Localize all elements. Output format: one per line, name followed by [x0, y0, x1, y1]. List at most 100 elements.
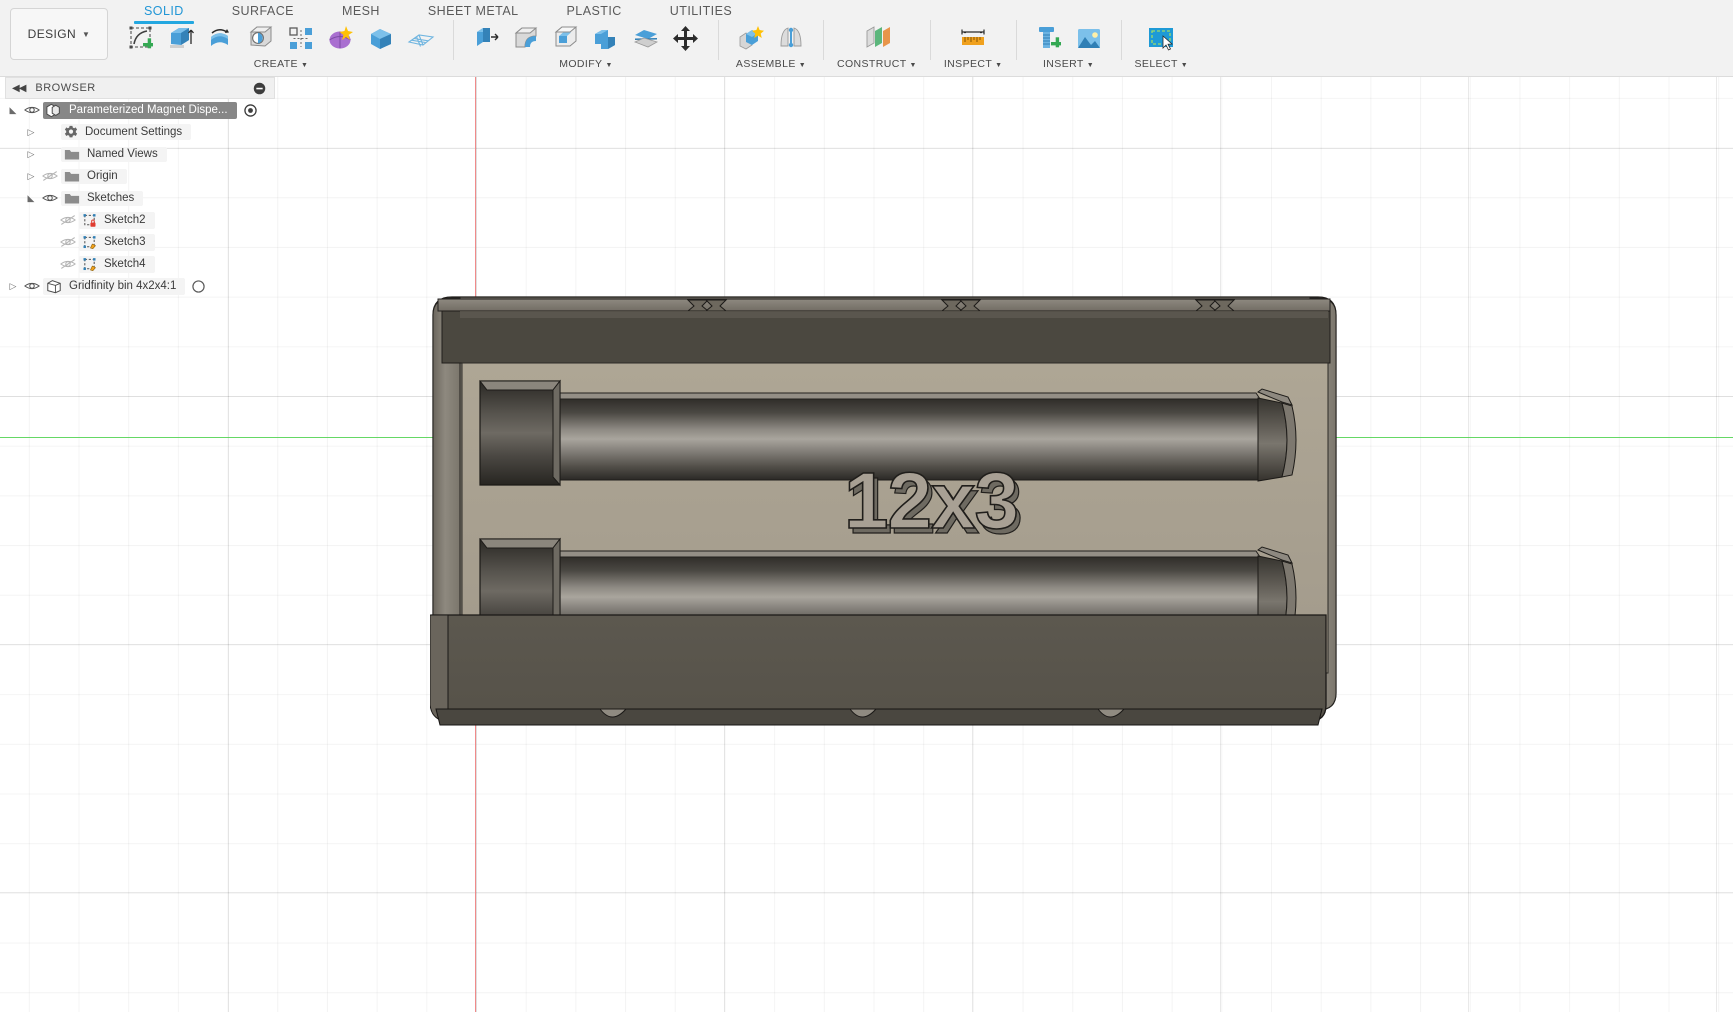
- browser-node-document-settings[interactable]: Document Settings: [5, 121, 275, 143]
- browser-header: ◀◀ BROWSER: [5, 77, 275, 99]
- panel-collapse-icon[interactable]: ◀◀: [12, 83, 26, 94]
- workspace-switcher-label: DESIGN: [27, 27, 77, 41]
- chevron-down-icon: ▼: [300, 62, 309, 69]
- toolbar-divider: [823, 20, 824, 60]
- ribbon-group-label[interactable]: INSERT ▼: [1043, 58, 1094, 70]
- split-face-icon[interactable]: [627, 20, 665, 58]
- body-icon: [46, 279, 62, 294]
- tab-label: SURFACE: [231, 4, 294, 18]
- fillet-icon[interactable]: [507, 20, 545, 58]
- chevron-down-icon: ▼: [605, 62, 613, 69]
- browser-node-label: Sketch4: [104, 258, 146, 270]
- browser-node-label-wrap: Sketch2: [79, 211, 155, 229]
- ribbon-group-modify: MODIFY ▼: [463, 18, 709, 70]
- browser-node-parameterized-magnet-dispe[interactable]: Parameterized Magnet Dispe...: [5, 99, 275, 121]
- browser-node-gridfinity-bin-4x2x4-1[interactable]: Gridfinity bin 4x2x4:1: [5, 275, 275, 297]
- chevron-collapsed-icon[interactable]: [23, 149, 39, 160]
- eye-hidden-icon[interactable]: [57, 258, 79, 270]
- browser-node-label: Sketches: [87, 192, 135, 204]
- chevron-collapsed-icon[interactable]: [23, 127, 39, 138]
- radio-target-icon[interactable]: [243, 103, 257, 117]
- ribbon-group-label[interactable]: INSPECT ▼: [944, 58, 1003, 70]
- browser-node-named-views[interactable]: Named Views: [5, 143, 275, 165]
- extrude-icon[interactable]: [162, 20, 200, 58]
- browser-node-label: Parameterized Magnet Dispe...: [69, 104, 228, 116]
- toolbar-divider: [453, 20, 454, 60]
- eye-hidden-icon[interactable]: [39, 170, 61, 182]
- browser-node-label-wrap: Sketch3: [79, 233, 155, 251]
- eye-visible-icon[interactable]: [21, 104, 43, 116]
- fusion-application-window: 12x3 12x3 DESIGN ▼ SOLID SURFACE MESH SH…: [0, 0, 1733, 1012]
- folder-icon: [64, 170, 80, 183]
- eye-hidden-icon[interactable]: [57, 214, 79, 226]
- new-component-icon[interactable]: [732, 20, 770, 58]
- browser-node-sketch2[interactable]: Sketch2: [5, 209, 275, 231]
- browser-node-label-wrap: Parameterized Magnet Dispe...: [43, 101, 237, 119]
- ribbon-group-inspect: INSPECT ▼: [940, 18, 1007, 70]
- workspace-switcher-button[interactable]: DESIGN ▼: [10, 8, 108, 60]
- insert-mcmaster-icon[interactable]: [1030, 20, 1068, 58]
- combine-icon[interactable]: [587, 20, 625, 58]
- toolbar-divider: [929, 20, 931, 60]
- chevron-down-icon: ▼: [798, 62, 807, 69]
- chevron-down-icon: ▼: [995, 62, 1003, 69]
- browser-tree: Parameterized Magnet Dispe... Document Se…: [5, 99, 275, 297]
- mesh-plane-icon[interactable]: [402, 20, 440, 58]
- component-icon: [46, 102, 62, 118]
- sketch-locked-icon: [82, 213, 97, 228]
- ribbon-group-insert: INSERT ▼: [1026, 18, 1112, 70]
- form-icon[interactable]: [322, 20, 360, 58]
- revolve-icon[interactable]: [202, 20, 240, 58]
- collapse-all-icon[interactable]: [253, 82, 266, 95]
- folder-icon: [64, 148, 80, 161]
- joint-icon[interactable]: [772, 20, 810, 58]
- ribbon-group-label[interactable]: CREATE ▼: [254, 58, 309, 70]
- select-window-icon[interactable]: [1142, 20, 1180, 58]
- ribbon-group-create: CREATE ▼: [118, 18, 444, 70]
- move-copy-icon[interactable]: [667, 20, 705, 58]
- pattern-icon[interactable]: [282, 20, 320, 58]
- browser-node-origin[interactable]: Origin: [5, 165, 275, 187]
- measure-icon[interactable]: [954, 20, 992, 58]
- insert-decal-icon[interactable]: [1070, 20, 1108, 58]
- browser-node-sketch4[interactable]: Sketch4: [5, 253, 275, 275]
- embossed-label-group: 12x3 12x3: [843, 455, 1023, 550]
- browser-title: BROWSER: [35, 82, 96, 94]
- browser-node-label: Origin: [87, 170, 118, 182]
- browser-node-label-wrap: Sketches: [61, 190, 144, 206]
- eye-hidden-icon[interactable]: [57, 236, 79, 248]
- gridfinity-bin-model[interactable]: 12x3 12x3: [430, 285, 1340, 735]
- ribbon-group-label[interactable]: ASSEMBLE ▼: [736, 58, 806, 70]
- tab-label: SHEET METAL: [427, 4, 519, 18]
- shell-icon[interactable]: [547, 20, 585, 58]
- model-embossed-label: 12x3: [844, 456, 1018, 545]
- browser-node-label: Sketch3: [104, 236, 146, 248]
- chevron-expanded-icon[interactable]: [5, 105, 21, 116]
- eye-visible-icon[interactable]: [21, 280, 43, 292]
- browser-node-label-wrap: Document Settings: [61, 124, 192, 140]
- press-pull-icon[interactable]: [467, 20, 505, 58]
- ribbon-group-label[interactable]: SELECT ▼: [1135, 58, 1189, 70]
- ribbon-group-assemble: ASSEMBLE ▼: [728, 18, 814, 70]
- browser-panel: ◀◀ BROWSER Parameterized Magnet Dispe...…: [5, 77, 275, 297]
- ribbon-group-label[interactable]: MODIFY ▼: [559, 58, 613, 70]
- chevron-collapsed-icon[interactable]: [5, 281, 21, 292]
- chevron-expanded-icon[interactable]: [23, 193, 39, 204]
- chevron-down-icon: ▼: [909, 62, 917, 69]
- create-sketch-icon[interactable]: [122, 20, 160, 58]
- hole-icon[interactable]: [242, 20, 280, 58]
- browser-node-sketch3[interactable]: Sketch3: [5, 231, 275, 253]
- eye-visible-icon[interactable]: [39, 192, 61, 204]
- chevron-collapsed-icon[interactable]: [23, 171, 39, 182]
- browser-node-sketches[interactable]: Sketches: [5, 187, 275, 209]
- circle-icon[interactable]: [192, 279, 206, 293]
- tab-label: UTILITIES: [669, 4, 733, 18]
- offset-plane-icon[interactable]: [858, 20, 896, 58]
- toolbar-divider: [1015, 20, 1017, 60]
- tab-label: MESH: [341, 4, 380, 18]
- bin-base-block: [430, 614, 1327, 726]
- tab-label: PLASTIC: [566, 4, 622, 18]
- box-icon[interactable]: [362, 20, 400, 58]
- sketch-icon: [82, 235, 97, 250]
- ribbon-group-label[interactable]: CONSTRUCT ▼: [837, 58, 917, 70]
